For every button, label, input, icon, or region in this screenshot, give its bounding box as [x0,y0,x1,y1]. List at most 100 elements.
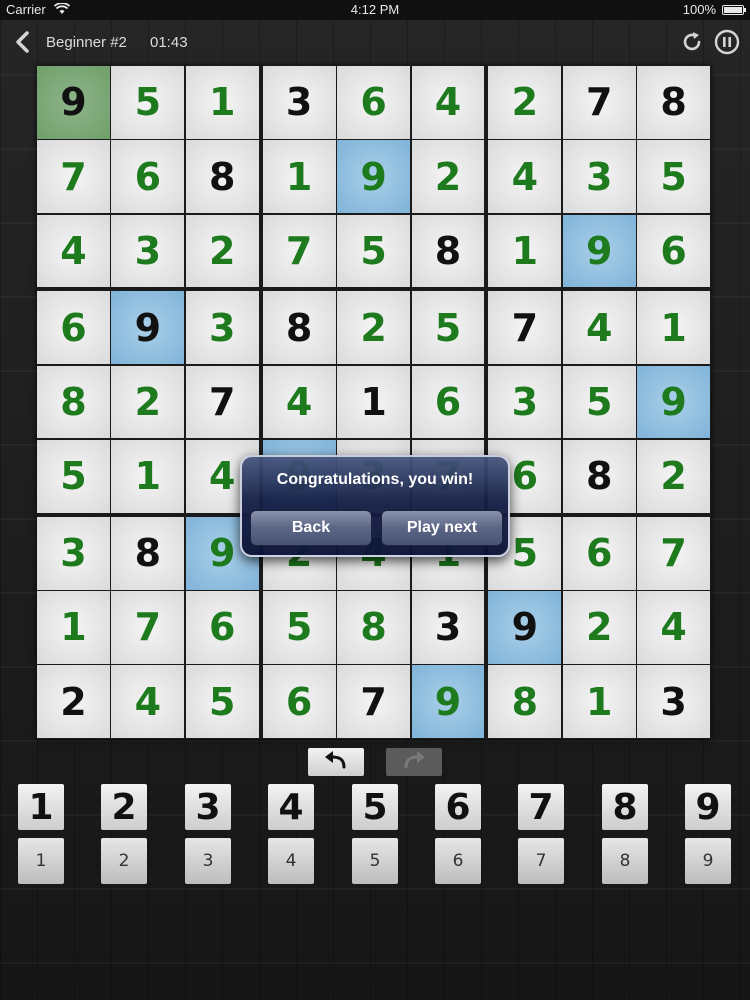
board-cell[interactable]: 6 [37,291,110,365]
board-cell[interactable]: 7 [637,516,711,590]
board-cell[interactable]: 7 [37,140,110,214]
board-cell[interactable]: 1 [637,291,711,365]
board-cell[interactable]: 5 [262,591,336,664]
note-key[interactable]: 2 [101,838,147,884]
board-cell[interactable]: 3 [37,516,110,590]
board-cell[interactable]: 2 [637,440,711,513]
board-cell[interactable]: 2 [562,591,636,664]
number-key[interactable]: 2 [101,784,147,830]
board-cell[interactable]: 6 [562,516,636,590]
pause-icon[interactable] [714,29,740,55]
board-cell[interactable]: 4 [111,665,185,739]
board-cell[interactable]: 8 [37,365,110,439]
play-next-button[interactable]: Play next [381,510,503,546]
sudoku-board: 9513642787681924354327581966938257418274… [37,66,711,739]
note-key[interactable]: 7 [518,838,564,884]
board-cell[interactable]: 3 [185,291,259,365]
board-cell[interactable]: 9 [337,140,410,214]
board-cell[interactable]: 9 [111,291,185,365]
board-cell[interactable]: 8 [185,140,259,214]
board-cell[interactable]: 6 [411,365,485,439]
number-key[interactable]: 8 [602,784,648,830]
board-cell[interactable]: 3 [111,214,185,288]
board-cell[interactable]: 4 [562,291,636,365]
game-timer: 01:43 [150,34,188,51]
board-cell[interactable]: 6 [262,665,336,739]
board-cell[interactable]: 1 [337,365,410,439]
note-key[interactable]: 9 [685,838,731,884]
number-key[interactable]: 1 [18,784,64,830]
board-cell[interactable]: 3 [488,365,562,439]
board-cell[interactable]: 1 [185,66,259,139]
board-cell[interactable]: 7 [337,665,410,739]
board-cell[interactable]: 9 [37,66,110,139]
note-key[interactable]: 1 [18,838,64,884]
board-cell[interactable]: 2 [111,365,185,439]
board-cell[interactable]: 7 [562,66,636,139]
board-cell[interactable]: 2 [488,66,562,139]
board-cell[interactable]: 9 [411,665,485,739]
board-cell[interactable]: 6 [111,140,185,214]
board-cell[interactable]: 3 [262,66,336,139]
board-cell[interactable]: 1 [111,440,185,513]
board-cell[interactable]: 9 [637,365,711,439]
board-cell[interactable]: 8 [411,214,485,288]
board-cell[interactable]: 7 [111,591,185,664]
board-cell[interactable]: 1 [562,665,636,739]
board-cell[interactable]: 5 [337,214,410,288]
win-dialog: Congratulations, you win! Back Play next [240,455,510,557]
redo-icon [400,750,428,775]
back-button[interactable]: Back [250,510,372,546]
board-cell[interactable]: 2 [337,291,410,365]
board-cell[interactable]: 2 [411,140,485,214]
number-key[interactable]: 4 [268,784,314,830]
redo-button[interactable] [386,748,442,776]
board-cell[interactable]: 8 [337,591,410,664]
chevron-left-icon[interactable] [12,30,34,54]
board-cell[interactable]: 8 [262,291,336,365]
note-key[interactable]: 3 [185,838,231,884]
note-key[interactable]: 4 [268,838,314,884]
board-cell[interactable]: 2 [185,214,259,288]
board-cell[interactable]: 4 [37,214,110,288]
board-cell[interactable]: 8 [488,665,562,739]
board-cell[interactable]: 8 [111,516,185,590]
board-cell[interactable]: 4 [637,591,711,664]
board-cell[interactable]: 3 [411,591,485,664]
board-cell[interactable]: 9 [562,214,636,288]
board-cell[interactable]: 4 [488,140,562,214]
number-key[interactable]: 7 [518,784,564,830]
note-key[interactable]: 5 [352,838,398,884]
board-cell[interactable]: 4 [411,66,485,139]
board-cell[interactable]: 4 [262,365,336,439]
board-cell[interactable]: 5 [37,440,110,513]
board-cell[interactable]: 7 [262,214,336,288]
board-cell[interactable]: 8 [637,66,711,139]
board-cell[interactable]: 2 [37,665,110,739]
note-key[interactable]: 6 [435,838,481,884]
board-cell[interactable]: 6 [637,214,711,288]
note-key[interactable]: 8 [602,838,648,884]
board-cell[interactable]: 3 [637,665,711,739]
board-cell[interactable]: 5 [562,365,636,439]
board-cell[interactable]: 1 [262,140,336,214]
number-key[interactable]: 6 [435,784,481,830]
number-key[interactable]: 5 [352,784,398,830]
restart-icon[interactable] [680,30,704,54]
board-cell[interactable]: 7 [488,291,562,365]
board-cell[interactable]: 5 [411,291,485,365]
number-key[interactable]: 9 [685,784,731,830]
board-cell[interactable]: 5 [637,140,711,214]
board-cell[interactable]: 5 [111,66,185,139]
board-cell[interactable]: 9 [488,591,562,664]
undo-button[interactable] [308,748,364,776]
board-cell[interactable]: 3 [562,140,636,214]
board-cell[interactable]: 6 [185,591,259,664]
board-cell[interactable]: 1 [37,591,110,664]
board-cell[interactable]: 1 [488,214,562,288]
board-cell[interactable]: 8 [562,440,636,513]
board-cell[interactable]: 5 [185,665,259,739]
board-cell[interactable]: 6 [337,66,410,139]
board-cell[interactable]: 7 [185,365,259,439]
number-key[interactable]: 3 [185,784,231,830]
